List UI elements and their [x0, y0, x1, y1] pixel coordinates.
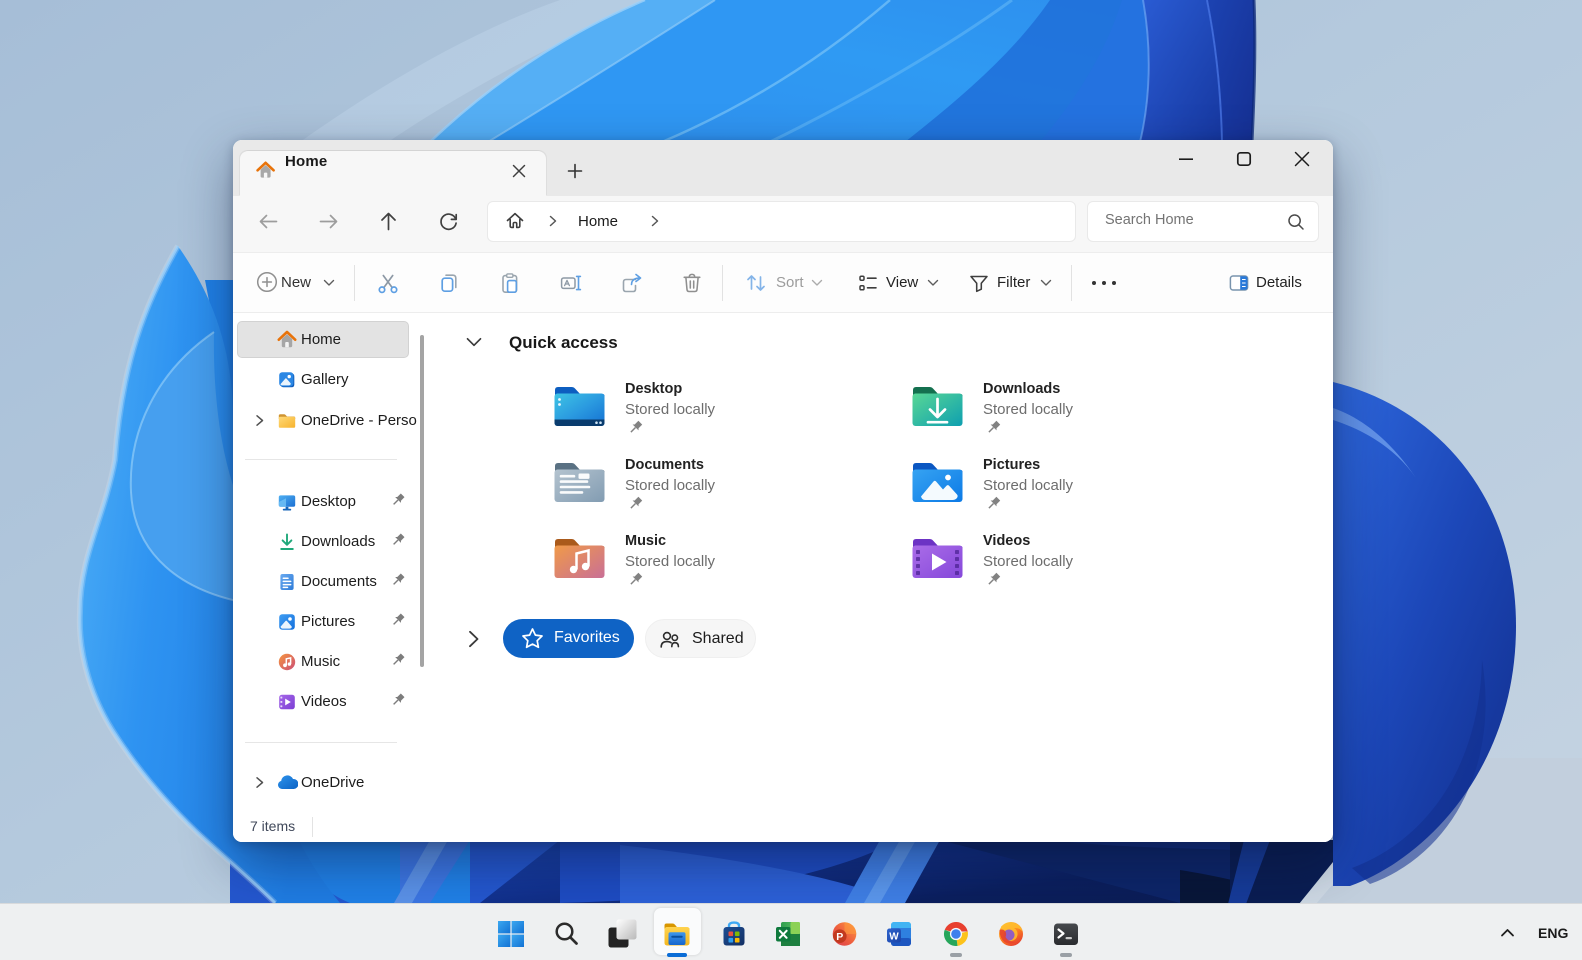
svg-text:P: P	[836, 931, 843, 943]
svg-text:W: W	[889, 931, 899, 942]
